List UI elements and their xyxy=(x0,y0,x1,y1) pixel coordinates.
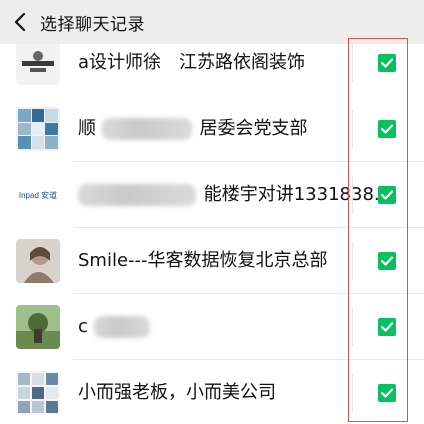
blurred-text xyxy=(101,118,192,140)
checkbox-checked[interactable] xyxy=(378,252,396,270)
checkbox-checked[interactable] xyxy=(378,318,396,336)
back-button[interactable] xyxy=(0,0,40,44)
chat-row[interactable]: 顺 居委会党支部 xyxy=(0,96,424,162)
checkmark-icon xyxy=(380,256,394,266)
chat-row[interactable]: Inpad 安道 能楼宇对讲1331838... xyxy=(0,162,424,228)
chat-row[interactable]: 小而强老板，小而美公司 xyxy=(0,360,424,424)
chat-name-tail: 能楼宇对讲1331838... xyxy=(203,184,392,205)
chat-row[interactable]: Smile---华客数据恢复北京总部 xyxy=(0,228,424,294)
checkbox-checked[interactable] xyxy=(378,384,396,402)
checkmark-icon xyxy=(380,190,394,200)
avatar xyxy=(16,41,60,85)
chat-name: c xyxy=(78,294,152,360)
checkmark-icon xyxy=(380,124,394,134)
divider xyxy=(352,110,353,148)
chat-record-select-screen: 选择聊天记录 a设计师徐 江苏路依阁装饰 顺 居委会党支部 Inpad 安道 能… xyxy=(0,0,424,424)
blurred-text xyxy=(78,184,196,206)
divider xyxy=(352,308,353,346)
avatar-logo-text: Inpad 安道 xyxy=(18,190,58,200)
page-title: 选择聊天记录 xyxy=(40,14,145,35)
avatar xyxy=(16,371,60,415)
chat-name: 小而强老板，小而美公司 xyxy=(78,382,276,403)
avatar xyxy=(16,239,60,283)
chat-name: 能楼宇对讲1331838... xyxy=(78,162,391,228)
avatar xyxy=(16,305,60,349)
checkbox-checked[interactable] xyxy=(378,186,396,204)
chevron-left-icon xyxy=(14,13,26,31)
checkmark-icon xyxy=(380,322,394,332)
divider xyxy=(352,374,353,412)
divider xyxy=(352,44,353,82)
checkbox-checked[interactable] xyxy=(378,54,396,72)
avatar xyxy=(16,107,60,151)
chat-name-visible: c xyxy=(78,316,88,337)
blurred-text xyxy=(93,316,150,338)
divider xyxy=(352,176,353,214)
top-bar: 选择聊天记录 xyxy=(0,0,424,44)
chat-name: Smile---华客数据恢复北京总部 xyxy=(78,250,328,271)
chat-name-tail: 居委会党支部 xyxy=(199,118,308,139)
chat-name: 顺 居委会党支部 xyxy=(78,96,307,162)
checkmark-icon xyxy=(380,388,394,398)
chat-row[interactable]: c xyxy=(0,294,424,360)
checkbox-checked[interactable] xyxy=(378,120,396,138)
chat-list: a设计师徐 江苏路依阁装饰 顺 居委会党支部 Inpad 安道 能楼宇对讲133… xyxy=(0,30,424,424)
avatar: Inpad 安道 xyxy=(16,173,60,217)
checkmark-icon xyxy=(380,58,394,68)
chat-name-visible: 顺 xyxy=(78,118,96,139)
divider xyxy=(352,242,353,280)
